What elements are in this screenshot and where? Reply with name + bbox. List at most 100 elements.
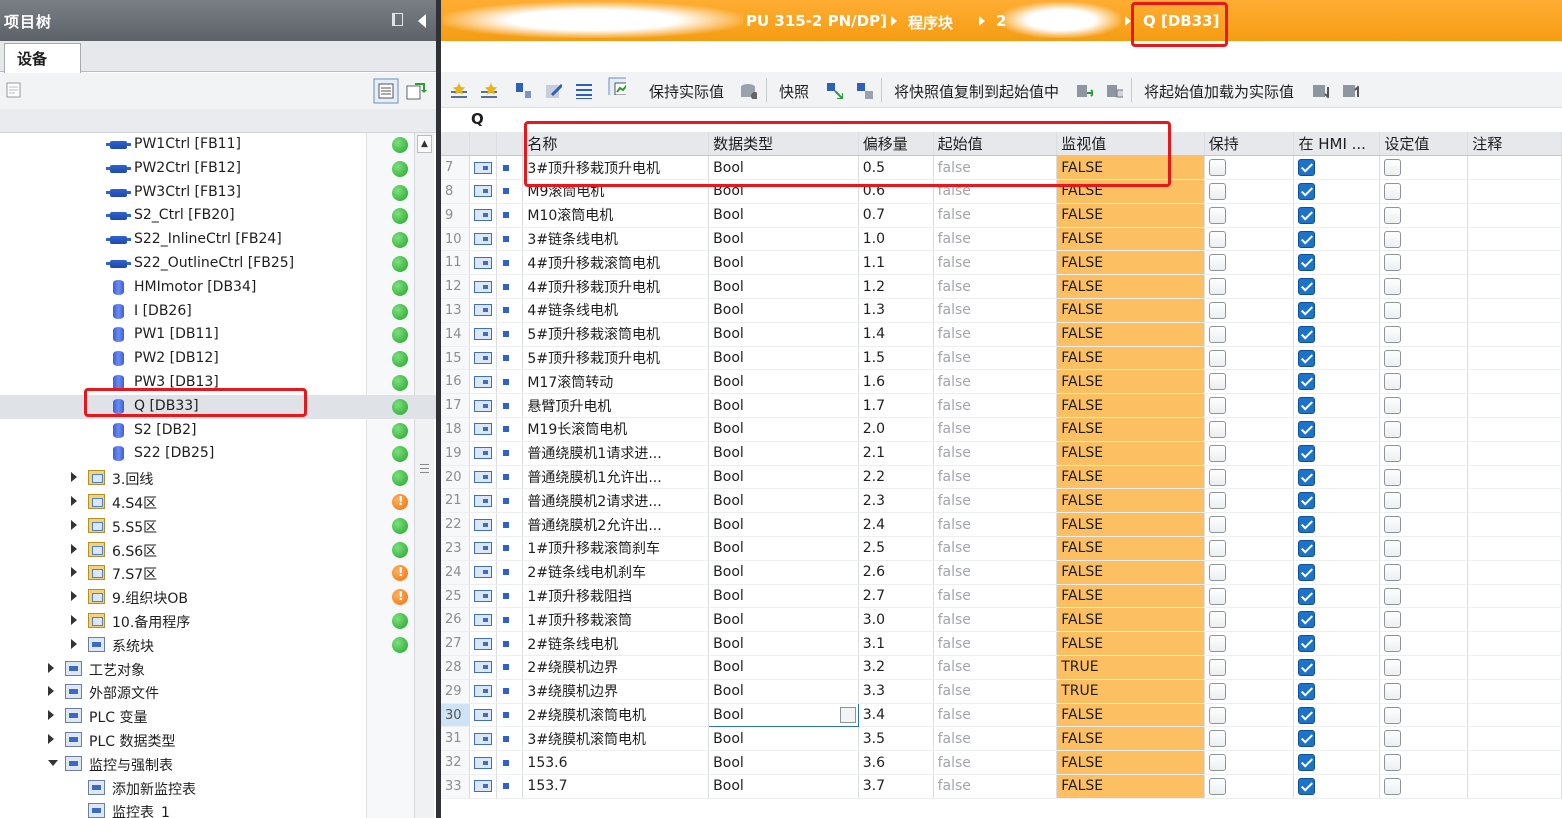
- list-view-icon[interactable]: [574, 81, 592, 99]
- cell-start-value[interactable]: false: [933, 393, 1058, 419]
- cell-name[interactable]: 5#顶升移栽顶升电机: [522, 346, 710, 371]
- hmi-checkbox[interactable]: [1298, 682, 1316, 700]
- hmi-checkbox[interactable]: [1298, 492, 1316, 510]
- cell-retain[interactable]: [1204, 560, 1295, 585]
- cell-setpoint[interactable]: [1379, 774, 1469, 799]
- cell-name[interactable]: 普通绕膜机2请求进...: [522, 488, 710, 514]
- setpoint-checkbox[interactable]: [1384, 468, 1402, 486]
- cell-hmi[interactable]: [1293, 179, 1381, 204]
- cell-datatype[interactable]: Bool: [708, 417, 859, 442]
- cell-datatype[interactable]: Bool: [708, 750, 859, 776]
- table-row[interactable]: 25 1#顶升移栽阻挡 Bool 2.7 false FALSE: [441, 584, 1562, 609]
- setpoint-checkbox[interactable]: [1384, 658, 1402, 676]
- header-setpoint[interactable]: 设定值: [1379, 132, 1469, 157]
- cell-start-value[interactable]: false: [933, 726, 1058, 752]
- retain-checkbox[interactable]: [1208, 254, 1226, 272]
- row-index[interactable]: 27: [441, 631, 471, 657]
- cell-hmi[interactable]: [1293, 703, 1381, 728]
- cell-hmi[interactable]: [1293, 512, 1381, 538]
- hmi-checkbox[interactable]: [1298, 420, 1316, 438]
- retain-checkbox[interactable]: [1208, 635, 1226, 653]
- expand-arrow-icon[interactable]: [71, 496, 77, 506]
- setpoint-checkbox[interactable]: [1384, 254, 1402, 272]
- hmi-checkbox[interactable]: [1298, 182, 1316, 200]
- tree-item[interactable]: 添加新监控表: [0, 776, 436, 800]
- cell-hmi[interactable]: [1293, 369, 1381, 395]
- cell-hmi[interactable]: [1293, 227, 1381, 252]
- cell-setpoint[interactable]: [1379, 322, 1469, 347]
- cell-comment[interactable]: [1467, 393, 1562, 419]
- row-index[interactable]: 16: [441, 369, 471, 395]
- cell-retain[interactable]: [1204, 679, 1295, 704]
- row-index[interactable]: 28: [441, 655, 471, 680]
- cell-comment[interactable]: [1467, 179, 1562, 204]
- table-row[interactable]: 13 4#链条线电机 Bool 1.3 false FALSE: [441, 298, 1562, 323]
- cell-retain[interactable]: [1204, 274, 1295, 300]
- expand-arrow-icon[interactable]: [48, 686, 54, 697]
- cell-name[interactable]: M17滚筒转动: [522, 369, 710, 395]
- cell-datatype[interactable]: Bool: [708, 512, 859, 538]
- tree-item[interactable]: PW1Ctrl [FB11]: [0, 133, 436, 157]
- cell-retain[interactable]: [1204, 322, 1295, 347]
- cell-name[interactable]: M19长滚筒电机: [522, 417, 710, 442]
- cell-setpoint[interactable]: [1379, 750, 1469, 776]
- retain-checkbox[interactable]: [1208, 159, 1226, 177]
- cell-datatype[interactable]: Bool: [708, 203, 859, 228]
- cell-hmi[interactable]: [1293, 298, 1381, 323]
- expand-arrow-icon[interactable]: [71, 567, 77, 578]
- cell-datatype[interactable]: Bool: [708, 369, 859, 395]
- hmi-checkbox[interactable]: [1298, 563, 1316, 581]
- cell-setpoint[interactable]: [1379, 179, 1469, 204]
- setpoint-checkbox[interactable]: [1384, 206, 1402, 224]
- load-snapshot-icon[interactable]: [1105, 81, 1123, 99]
- copy-to-start-icon[interactable]: [825, 81, 843, 99]
- tree-item[interactable]: S2 [DB2]: [0, 419, 436, 443]
- retain-checkbox[interactable]: [1208, 492, 1226, 510]
- expand-arrow-icon[interactable]: [71, 543, 77, 554]
- row-index[interactable]: 7: [441, 155, 471, 181]
- cell-start-value[interactable]: false: [933, 250, 1058, 276]
- load-start-as-actual[interactable]: 将起始值加载为实际值: [1144, 81, 1294, 102]
- cell-datatype[interactable]: Bool: [708, 655, 859, 680]
- cell-comment[interactable]: [1467, 679, 1562, 704]
- row-index[interactable]: 18: [441, 417, 471, 442]
- tree-item[interactable]: PW2Ctrl [FB12]: [0, 157, 436, 181]
- table-row[interactable]: 32 153.6 Bool 3.6 false FALSE: [441, 750, 1562, 776]
- cell-setpoint[interactable]: [1379, 203, 1469, 228]
- table-row[interactable]: 19 普通绕膜机1请求进... Bool 2.1 false FALSE: [441, 441, 1562, 466]
- cell-start-value[interactable]: false: [933, 512, 1058, 538]
- cell-hmi[interactable]: [1293, 465, 1381, 490]
- cell-name[interactable]: 普通绕膜机1允许出...: [522, 465, 710, 490]
- retain-checkbox[interactable]: [1208, 539, 1226, 557]
- cell-retain[interactable]: [1204, 441, 1295, 466]
- cell-setpoint[interactable]: [1379, 155, 1469, 181]
- cell-hmi[interactable]: [1293, 417, 1381, 442]
- row-index[interactable]: 8: [441, 179, 471, 204]
- cell-name[interactable]: 4#链条线电机: [522, 298, 710, 323]
- table-row[interactable]: 23 1#顶升移栽滚筒刹车 Bool 2.5 false FALSE: [441, 536, 1562, 561]
- hmi-checkbox[interactable]: [1298, 706, 1316, 724]
- insert-row-icon[interactable]: [449, 81, 467, 99]
- cell-hmi[interactable]: [1293, 155, 1381, 181]
- setpoint-checkbox[interactable]: [1384, 420, 1402, 438]
- hmi-checkbox[interactable]: [1298, 254, 1316, 272]
- upload-icon[interactable]: [1341, 81, 1359, 99]
- monitor-all-icon[interactable]: [608, 77, 626, 95]
- breadcrumb-program-blocks[interactable]: 程序块: [908, 12, 953, 33]
- cell-hmi[interactable]: [1293, 346, 1381, 371]
- hmi-checkbox[interactable]: [1298, 444, 1316, 462]
- cell-hmi[interactable]: [1293, 726, 1381, 752]
- cell-setpoint[interactable]: [1379, 488, 1469, 514]
- cell-start-value[interactable]: false: [933, 322, 1058, 347]
- cell-comment[interactable]: [1467, 584, 1562, 609]
- cell-name[interactable]: 普通绕膜机1请求进...: [522, 441, 710, 466]
- cell-comment[interactable]: [1467, 155, 1562, 181]
- tree-item[interactable]: 3.回线: [0, 466, 436, 490]
- cell-datatype[interactable]: Bool: [708, 346, 859, 371]
- cell-name[interactable]: 3#链条线电机: [522, 227, 710, 252]
- cell-comment[interactable]: [1467, 227, 1562, 252]
- setpoint-checkbox[interactable]: [1384, 373, 1402, 391]
- cell-start-value[interactable]: false: [933, 607, 1058, 633]
- cell-name[interactable]: 3#绕膜机滚筒电机: [522, 726, 710, 752]
- row-index[interactable]: 19: [441, 441, 471, 466]
